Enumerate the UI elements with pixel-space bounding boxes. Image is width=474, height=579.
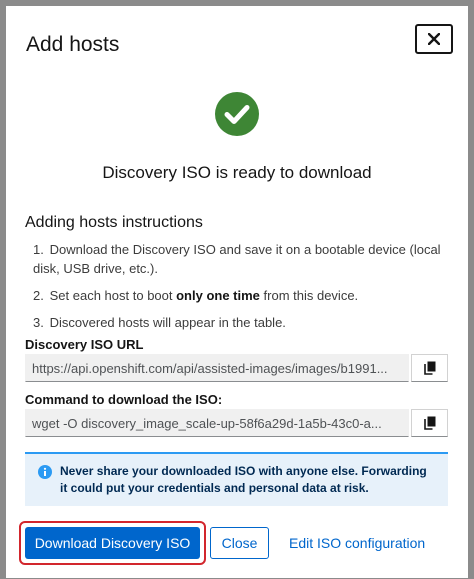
close-icon: [428, 33, 440, 45]
instruction-step: 1. Download the Discovery ISO and save i…: [33, 242, 441, 276]
instructions-title: Adding hosts instructions: [25, 214, 203, 231]
iso-url-row: https://api.openshift.com/api/assisted-i…: [25, 354, 448, 382]
add-hosts-modal: Add hosts Discovery ISO is ready to down…: [6, 6, 468, 578]
check-circle-icon: [215, 92, 259, 136]
iso-url-label: Discovery ISO URL: [25, 337, 144, 352]
iso-url-field[interactable]: https://api.openshift.com/api/assisted-i…: [25, 354, 409, 382]
close-modal-button[interactable]: [415, 24, 453, 54]
command-label: Command to download the ISO:: [25, 392, 223, 407]
close-button[interactable]: Close: [210, 527, 269, 559]
edit-iso-configuration-link[interactable]: Edit ISO configuration: [283, 527, 431, 559]
download-discovery-iso-button[interactable]: Download Discovery ISO: [25, 527, 200, 559]
security-alert: Never share your downloaded ISO with any…: [25, 452, 448, 506]
copy-icon: [423, 416, 435, 430]
instructions-list: 1. Download the Discovery ISO and save i…: [33, 240, 448, 340]
copy-command-button[interactable]: [411, 409, 448, 437]
alert-text: Never share your downloaded ISO with any…: [60, 464, 427, 495]
command-row: wget -O discovery_image_scale-up-58f6a29…: [25, 409, 448, 437]
instruction-step: 3. Discovered hosts will appear in the t…: [33, 315, 286, 330]
modal-title: Add hosts: [26, 33, 120, 56]
iso-ready-status: Discovery ISO is ready to download: [102, 163, 372, 182]
instruction-step: 2. Set each host to boot only one time f…: [33, 288, 359, 303]
info-circle-icon: [38, 465, 52, 479]
copy-iso-url-button[interactable]: [411, 354, 448, 382]
command-field[interactable]: wget -O discovery_image_scale-up-58f6a29…: [25, 409, 409, 437]
copy-icon: [423, 361, 435, 375]
